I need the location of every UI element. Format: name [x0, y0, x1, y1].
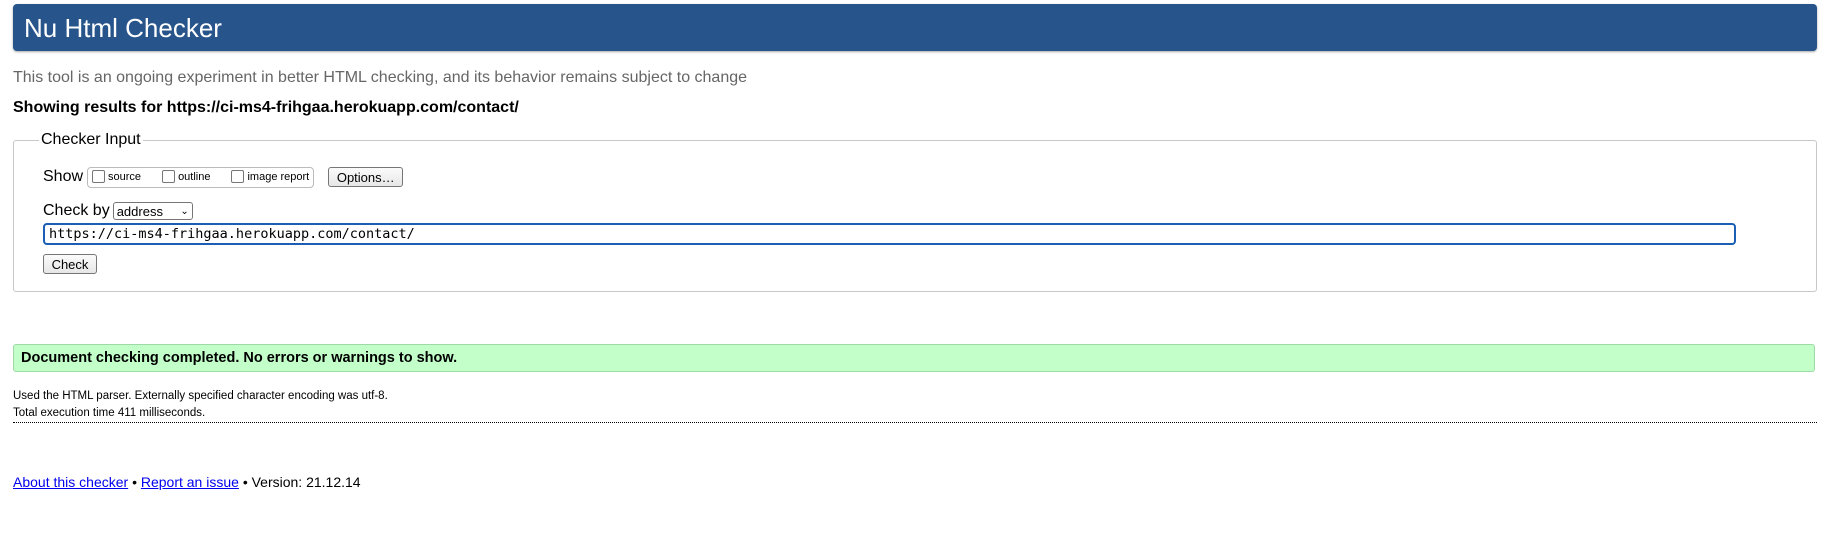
show-options-row: Show source outline image report Options…: [43, 166, 404, 188]
show-checkbox-group: source outline image report: [87, 166, 315, 188]
dotted-divider: [13, 422, 1817, 423]
footer-separator: •: [132, 474, 137, 490]
check-by-label: Check by: [43, 202, 110, 219]
version-text: Version: 21.12.14: [251, 474, 361, 490]
parser-info: Used the HTML parser. Externally specifi…: [13, 390, 388, 402]
showing-results-heading: Showing results for https://ci-ms4-frihg…: [13, 99, 519, 116]
tool-description: This tool is an ongoing experiment in be…: [13, 69, 748, 86]
chevron-down-icon: ⌄: [180, 205, 189, 217]
checker-input-legend: Checker Input: [39, 130, 143, 150]
execution-time-info: Total execution time 411 milliseconds.: [13, 407, 206, 419]
header-banner: Nu Html Checker: [13, 4, 1817, 51]
footer: About this checker • Report an issue • V…: [13, 473, 361, 491]
check-by-row: Check by address ⌄: [43, 201, 193, 221]
check-button[interactable]: Check: [43, 254, 97, 274]
check-by-selected-value: address: [116, 203, 163, 219]
source-checkbox[interactable]: [92, 169, 106, 183]
show-label: Show: [43, 168, 84, 185]
check-by-select[interactable]: address ⌄: [112, 202, 193, 220]
options-button[interactable]: Options…: [328, 167, 404, 187]
outline-checkbox[interactable]: [162, 169, 176, 183]
report-issue-link[interactable]: Report an issue: [141, 474, 239, 490]
about-checker-link[interactable]: About this checker: [13, 474, 128, 490]
outline-checkbox-label[interactable]: outline: [178, 171, 210, 183]
image-report-checkbox-label[interactable]: image report: [247, 171, 309, 183]
source-checkbox-label[interactable]: source: [108, 171, 141, 183]
image-report-checkbox[interactable]: [231, 169, 245, 183]
footer-separator: •: [242, 474, 248, 490]
page-title: Nu Html Checker: [24, 13, 222, 43]
checker-input-fieldset: Checker Input Show source outline image …: [13, 130, 1817, 292]
page: Nu Html Checker This tool is an ongoing …: [0, 0, 1830, 557]
result-success-message: Document checking completed. No errors o…: [13, 344, 1815, 372]
url-input[interactable]: [43, 223, 1736, 245]
